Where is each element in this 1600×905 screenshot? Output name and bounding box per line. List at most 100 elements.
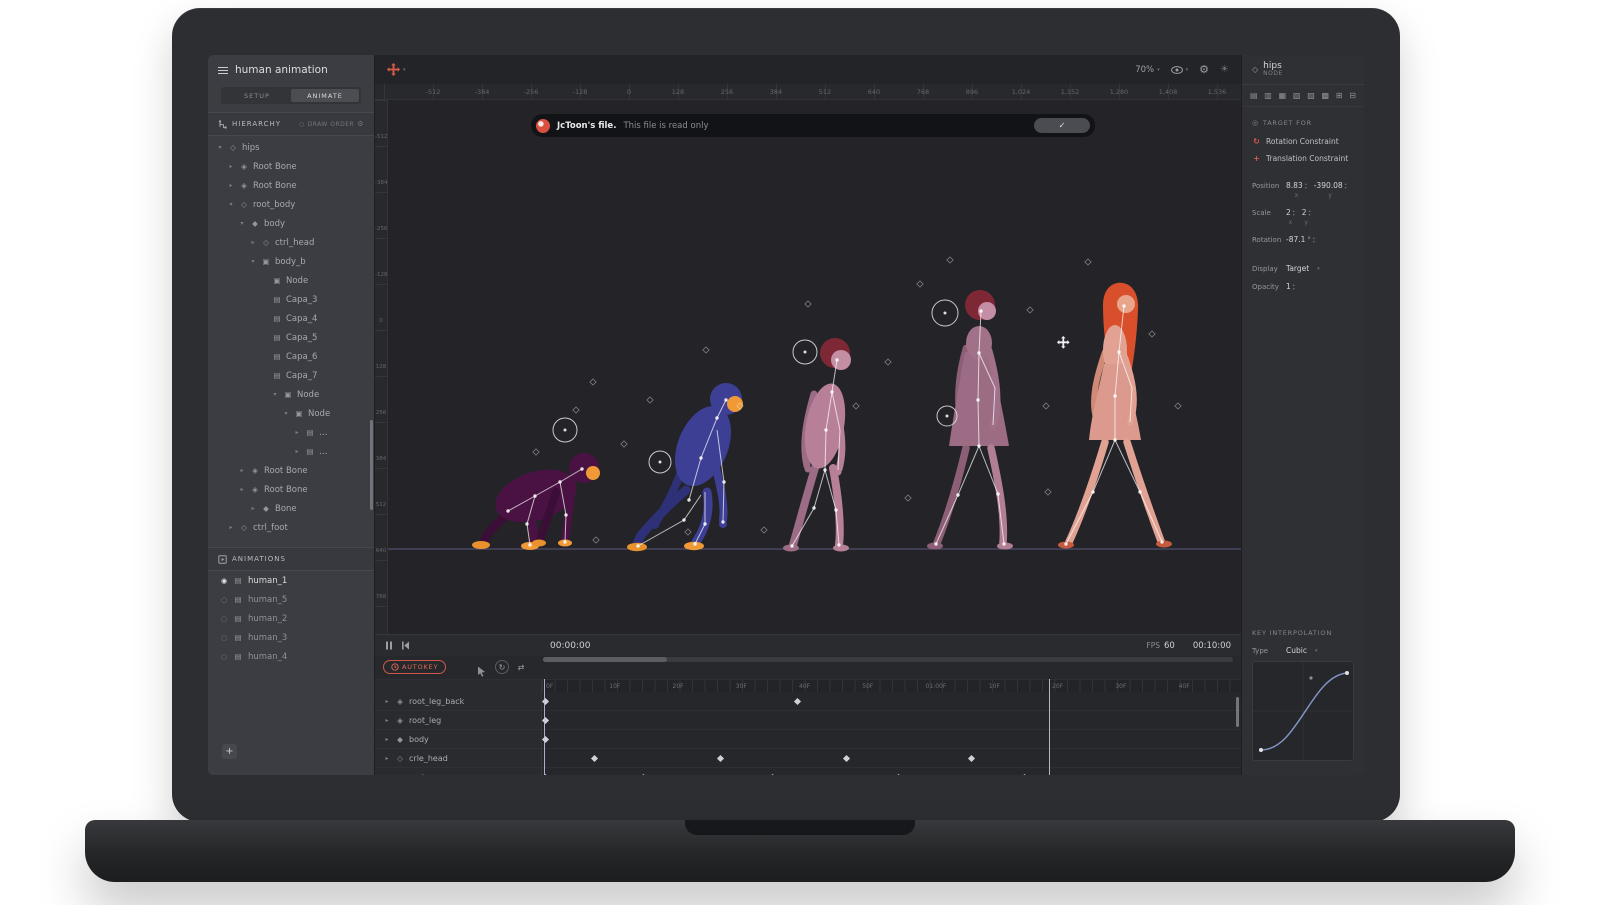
- tab-setup[interactable]: SETUP: [223, 89, 291, 102]
- keyframe-diamond[interactable]: [843, 755, 850, 762]
- position-x-field[interactable]: 8.83 ▴▾: [1286, 181, 1307, 190]
- caret-icon[interactable]: ▸: [383, 698, 391, 705]
- caret-icon[interactable]: ▾: [282, 410, 290, 417]
- track-keys-area[interactable]: [542, 692, 1241, 775]
- caret-icon[interactable]: ▸: [238, 467, 246, 474]
- inspector-tool-icon-4[interactable]: ▧: [1293, 91, 1301, 100]
- scrollbar-thumb[interactable]: [543, 657, 667, 662]
- inspector-tool-icon-7[interactable]: ⊞: [1336, 91, 1343, 100]
- caret-icon[interactable]: ▸: [383, 755, 391, 762]
- radio-icon[interactable]: ○: [220, 634, 228, 642]
- constraint-rotation[interactable]: ↻Rotation Constraint: [1242, 133, 1364, 150]
- scale-y-field[interactable]: 2 ▴▾: [1302, 208, 1311, 217]
- tree-item-hips[interactable]: ▾◇hips: [208, 138, 374, 157]
- track-root_arm[interactable]: ▸◈root_arm: [375, 768, 541, 775]
- animation-item-human_5[interactable]: ○▤human_5: [208, 590, 374, 609]
- caret-icon[interactable]: ▸: [383, 736, 391, 743]
- track-keys-row[interactable]: [542, 730, 1241, 749]
- track-body[interactable]: ▸◆body: [375, 730, 541, 749]
- scale-x-field[interactable]: 2 ▴▾: [1286, 208, 1295, 217]
- stepper[interactable]: ▴▾: [1293, 283, 1295, 291]
- animation-item-human_2[interactable]: ○▤human_2: [208, 609, 374, 628]
- settings-gear-icon[interactable]: ⚙: [1199, 64, 1209, 75]
- caret-icon[interactable]: ▾: [238, 220, 246, 227]
- add-button[interactable]: +: [222, 744, 237, 759]
- caret-icon[interactable]: ▸: [249, 239, 257, 246]
- figure-woman-early[interactable]: [927, 290, 1013, 550]
- tab-animate[interactable]: ANIMATE: [291, 89, 359, 102]
- track-root_leg_back[interactable]: ▸◈root_leg_back: [375, 692, 541, 711]
- caret-icon[interactable]: ▸: [383, 774, 391, 776]
- loop-button[interactable]: ↻: [495, 660, 509, 674]
- visibility-control[interactable]: ▾: [1171, 66, 1189, 74]
- stepper[interactable]: ▴▾: [1313, 236, 1315, 244]
- figure-ape-upright[interactable]: [627, 383, 743, 551]
- radio-icon[interactable]: ○: [220, 596, 228, 604]
- radio-icon[interactable]: ○: [220, 653, 228, 661]
- constraint-translation[interactable]: +Translation Constraint: [1242, 150, 1364, 167]
- tree-item-body[interactable]: ▾◆body: [208, 214, 374, 233]
- caret-icon[interactable]: ▾: [249, 258, 257, 265]
- inspector-tool-icon-1[interactable]: ▤: [1250, 91, 1258, 100]
- caret-icon[interactable]: ▸: [227, 163, 235, 170]
- keyframe-diamond[interactable]: [591, 755, 598, 762]
- menu-icon[interactable]: [218, 67, 228, 74]
- track-keys-row[interactable]: [542, 711, 1241, 730]
- animation-item-human_3[interactable]: ○▤human_3: [208, 628, 374, 647]
- caret-icon[interactable]: ▸: [238, 486, 246, 493]
- opacity-field[interactable]: 1 ▴▾: [1286, 282, 1295, 291]
- tree-item-node[interactable]: ▾▣Node: [208, 385, 374, 404]
- track-crle_head[interactable]: ▸◇crle_head: [375, 749, 541, 768]
- canvas-scene[interactable]: [388, 100, 1241, 634]
- track-keys-row[interactable]: [542, 768, 1241, 775]
- move-tool-button[interactable]: ▾: [387, 63, 406, 76]
- display-select[interactable]: Target ▾: [1286, 264, 1320, 273]
- stepper[interactable]: ▴▾: [1345, 182, 1347, 190]
- inspector-tool-icon-8[interactable]: ⊟: [1349, 91, 1356, 100]
- tree-item-capa_7[interactable]: ▤Capa_7: [208, 366, 374, 385]
- inspector-tool-icon-2[interactable]: ▥: [1264, 91, 1272, 100]
- keyframe-diamond[interactable]: [769, 774, 776, 775]
- tree-item-node[interactable]: ▣Node: [208, 271, 374, 290]
- caret-icon[interactable]: ▸: [293, 429, 301, 436]
- animation-item-human_4[interactable]: ○▤human_4: [208, 647, 374, 666]
- caret-icon[interactable]: ▸: [249, 505, 257, 512]
- sync-button[interactable]: ⇄: [514, 660, 528, 674]
- keyframe-diamond[interactable]: [542, 736, 549, 743]
- keyframe-diamond[interactable]: [717, 755, 724, 762]
- frame-ruler[interactable]: 0F10F20F30F40F50F01:00F10F20F30F40F: [542, 680, 1241, 692]
- track-root_leg[interactable]: ▸◈root_leg: [375, 711, 541, 730]
- tree-item-capa_6[interactable]: ▤Capa_6: [208, 347, 374, 366]
- pause-button[interactable]: [385, 641, 393, 650]
- tree-item-capa_3[interactable]: ▤Capa_3: [208, 290, 374, 309]
- toast-confirm-button[interactable]: ✓: [1034, 118, 1090, 133]
- caret-icon[interactable]: ▸: [383, 717, 391, 724]
- tree-item-root_bone[interactable]: ▸◈Root Bone: [208, 157, 374, 176]
- keyframe-diamond[interactable]: [1021, 774, 1028, 775]
- keyframe-diamond[interactable]: [968, 755, 975, 762]
- tree-item-_[interactable]: ▸▤…: [208, 423, 374, 442]
- tree-item-ctrl_foot[interactable]: ▸◇ctrl_foot: [208, 518, 374, 537]
- tree-item-node[interactable]: ▾▣Node: [208, 404, 374, 423]
- tree-item-ctrl_head[interactable]: ▸◇ctrl_head: [208, 233, 374, 252]
- skip-start-button[interactable]: [401, 641, 410, 650]
- tree-item-capa_5[interactable]: ▤Capa_5: [208, 328, 374, 347]
- position-y-field[interactable]: -390.08 ▴▾: [1314, 181, 1347, 190]
- keyframe-diamond[interactable]: [640, 774, 647, 775]
- rotation-field[interactable]: -87.1 ° ▴▾: [1286, 235, 1315, 244]
- tree-item-body_b[interactable]: ▾▣body_b: [208, 252, 374, 271]
- figure-woman-modern[interactable]: [1058, 283, 1172, 549]
- radio-icon[interactable]: ◉: [220, 577, 228, 585]
- inspector-tool-icon-6[interactable]: ▩: [1321, 91, 1329, 100]
- figure-hominid[interactable]: [783, 338, 851, 552]
- keyframe-diamond[interactable]: [794, 698, 801, 705]
- canvas-viewport[interactable]: JcToon's file. This file is read only ✓: [388, 100, 1241, 634]
- keyframe-diamond[interactable]: [542, 698, 549, 705]
- track-keys-row[interactable]: [542, 749, 1241, 768]
- track-keys-row[interactable]: [542, 692, 1241, 711]
- caret-icon[interactable]: ▾: [271, 391, 279, 398]
- stepper[interactable]: ▴▾: [1305, 182, 1307, 190]
- interpolation-curve-editor[interactable]: [1252, 661, 1354, 761]
- tree-item-bone[interactable]: ▸◆Bone: [208, 499, 374, 518]
- caret-icon[interactable]: ▸: [227, 524, 235, 531]
